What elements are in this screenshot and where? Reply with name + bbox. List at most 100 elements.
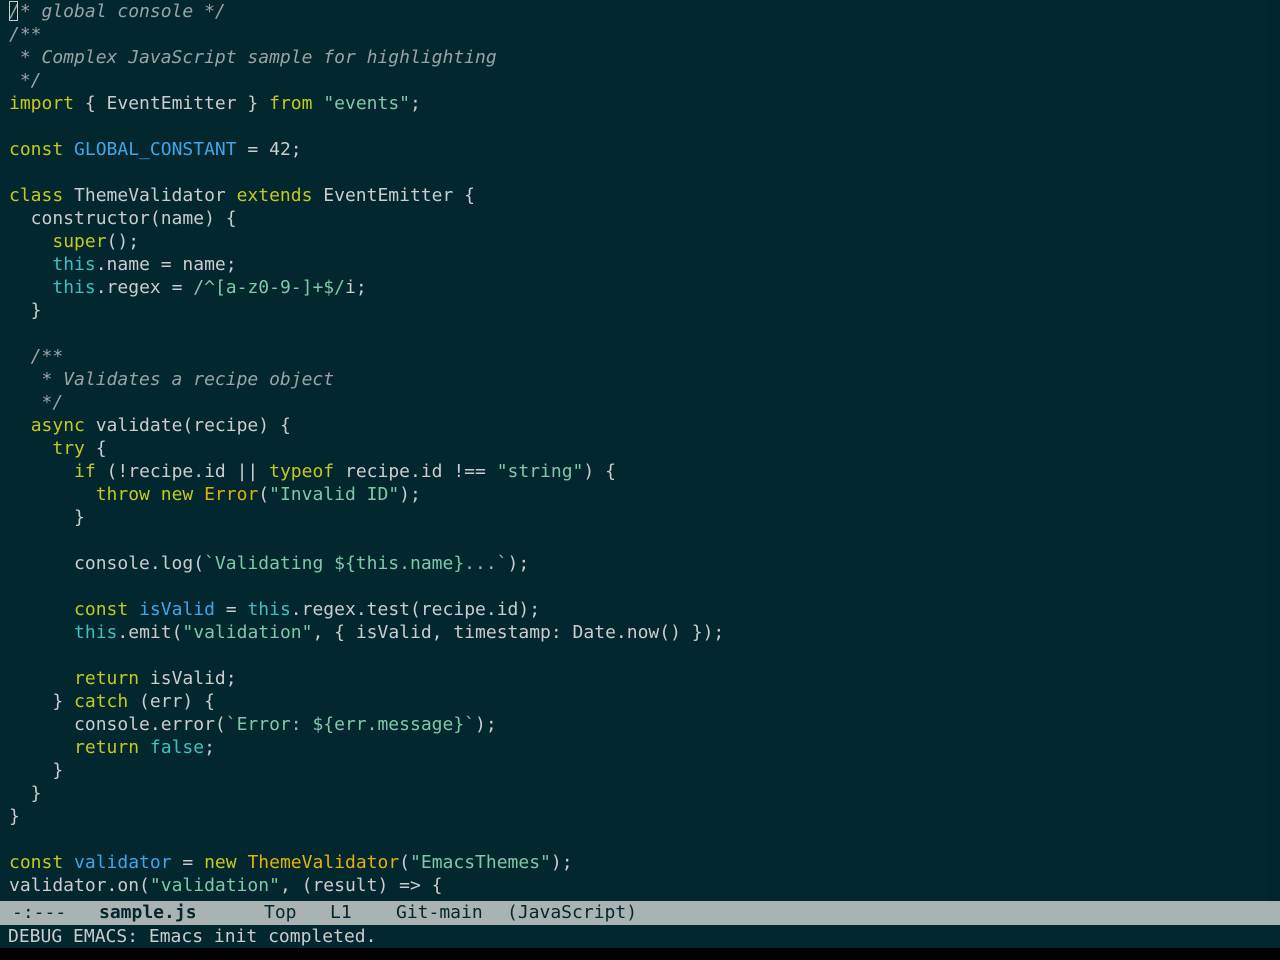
code-token: * Complex JavaScript sample for highligh… [9,47,497,68]
code-line[interactable]: * Validates a recipe object [9,368,724,391]
code-token: = 42; [236,139,302,160]
code-line[interactable] [9,322,724,345]
code-line[interactable] [9,115,724,138]
code-line[interactable]: this.regex = /^[a-z0-9-]+$/i; [9,276,724,299]
code-token: import [9,93,75,114]
code-token: EventEmitter { [312,185,475,206]
code-token: from [269,93,313,114]
code-line[interactable]: try { [9,437,724,460]
modeline-vc-branch[interactable]: Git-main [396,901,483,925]
code-token: `Error: ${err.message}` [225,714,475,735]
code-token: "Invalid ID" [269,484,400,505]
code-token: return [74,668,140,689]
code-area[interactable]: /* global console *//** * Complex JavaSc… [9,0,724,897]
code-line[interactable] [9,828,724,851]
code-line[interactable] [9,529,724,552]
code-token: ThemeValidator [63,185,237,206]
code-token: ; [204,737,215,758]
code-token: validator.on( [9,875,150,896]
code-token: this [74,622,118,643]
code-line[interactable]: constructor(name) { [9,207,724,230]
code-line[interactable]: import { EventEmitter } from "events"; [9,92,724,115]
code-line[interactable]: if (!recipe.id || typeof recipe.id !== "… [9,460,724,483]
code-token: (err) { [128,691,215,712]
code-line[interactable]: return isValid; [9,667,724,690]
code-line[interactable]: /* global console */ [9,0,724,23]
code-token: * Validates a recipe object [9,369,335,390]
modeline-major-mode[interactable]: (JavaScript) [507,901,637,925]
code-line[interactable]: console.log(`Validating ${this.name}...`… [9,552,724,575]
code-token: async [30,415,85,436]
code-token: isValid; [139,668,237,689]
code-line[interactable]: this.emit("validation", { isValid, times… [9,621,724,644]
modeline-buffer-name[interactable]: sample.js [99,901,197,925]
code-token: this [247,599,291,620]
editor-buffer[interactable]: /* global console *//** * Complex JavaSc… [0,0,1268,901]
code-token: .name = name; [95,254,237,275]
code-line[interactable]: /** [9,345,724,368]
code-token: , { isValid, timestamp: Date.now() }); [312,622,725,643]
code-token: /** [9,346,64,367]
code-line[interactable] [9,161,724,184]
code-token: (); [106,231,140,252]
code-token: { EventEmitter } [74,93,270,114]
code-token: */ [9,392,64,413]
code-token: this [52,254,96,275]
code-line[interactable]: } [9,506,724,529]
code-line[interactable]: /** [9,23,724,46]
code-token: const [9,139,64,160]
code-line[interactable]: console.error(`Error: ${err.message}`); [9,713,724,736]
code-line[interactable] [9,575,724,598]
code-line[interactable]: this.name = name; [9,253,724,276]
code-token: const [9,852,64,873]
minibuffer[interactable]: DEBUG EMACS: Emacs init completed. [0,925,1280,948]
code-line[interactable] [9,644,724,667]
code-token: /* global console */ [9,1,226,22]
code-line[interactable]: const isValid = this.regex.test(recipe.i… [9,598,724,621]
code-line[interactable]: return false; [9,736,724,759]
minibuffer-message: DEBUG EMACS: Emacs init completed. [8,926,377,947]
code-token: } [9,760,64,781]
code-token: extends [236,185,313,206]
code-token: .emit( [117,622,183,643]
code-token: false [149,737,205,758]
code-line[interactable]: const GLOBAL_CONSTANT = 42; [9,138,724,161]
code-token: super [52,231,107,252]
code-token: return [74,737,140,758]
vertical-scrollbar[interactable] [1268,0,1280,901]
code-line[interactable]: async validate(recipe) { [9,414,724,437]
code-token: .regex.test(recipe.id); [290,599,541,620]
code-line[interactable]: * Complex JavaScript sample for highligh… [9,46,724,69]
code-line[interactable]: */ [9,391,724,414]
code-token: try [52,438,85,459]
code-line[interactable]: } [9,299,724,322]
code-line[interactable]: const validator = new ThemeValidator("Em… [9,851,724,874]
code-token: `Validating ${this.name}...` [204,553,508,574]
code-line[interactable]: } [9,759,724,782]
code-line[interactable]: */ [9,69,724,92]
code-token: } [9,300,42,321]
code-token: } [9,783,42,804]
code-token: /^[a-z0-9-]+$/ [193,277,345,298]
code-token: } [9,806,20,827]
code-token: validate(recipe) { [84,415,291,436]
code-line[interactable]: validator.on("validation", (result) => { [9,874,724,897]
code-line[interactable]: throw new Error("Invalid ID"); [9,483,724,506]
code-token: Error [204,484,259,505]
code-line[interactable]: class ThemeValidator extends EventEmitte… [9,184,724,207]
code-token: "validation" [182,622,313,643]
code-line[interactable]: } [9,805,724,828]
code-token: i; [344,277,367,298]
code-line[interactable]: super(); [9,230,724,253]
code-line[interactable]: } catch (err) { [9,690,724,713]
code-token: new [204,852,237,873]
code-line[interactable]: } [9,782,724,805]
code-token: /** [9,24,42,45]
modeline-position: Top [264,902,297,923]
